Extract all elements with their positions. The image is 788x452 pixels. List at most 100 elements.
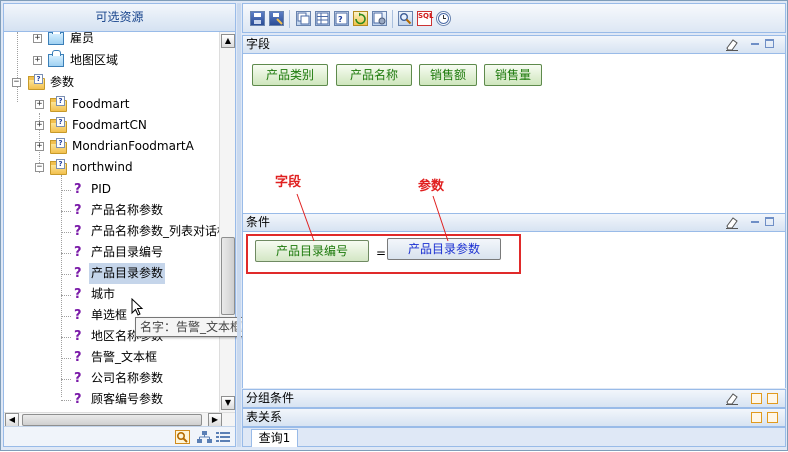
list-view-icon[interactable] [216,430,231,444]
param-icon[interactable]: ? [334,11,349,26]
scroll-left-icon[interactable]: ◀ [5,413,19,427]
tree-item-label: 产品名称参数 [91,203,164,217]
param-icon: ? [74,224,82,239]
expand-icon[interactable]: + [35,121,44,130]
tree-horizontal-scrollbar[interactable]: ◀ ▶ [4,412,235,427]
tree-item-label: 参数 [50,75,75,89]
tree-item-label: 单选框 [91,308,128,322]
tree-item-label: northwind [72,160,133,174]
param-icon: ? [74,266,82,281]
fields-panel-title: 字段 [246,37,271,51]
tree-item-params[interactable]: − ? 参数 [4,72,220,93]
tree-item-label: 顾客编号参数 [91,392,164,406]
scroll-up-icon[interactable]: ▲ [221,34,235,48]
minimize-icon[interactable] [751,221,759,223]
scroll-thumb[interactable] [221,237,235,315]
restore-icon[interactable] [751,412,762,423]
minimize-icon[interactable] [751,43,759,45]
param-icon: ? [74,329,82,344]
table-relations-panel-header: 表关系 [242,408,786,427]
tree-item-product-name-param[interactable]: ? 产品名称参数 [4,200,220,221]
field-button-category[interactable]: 产品类别 [252,64,328,86]
tree-item-employee[interactable]: + 雇员 [4,32,220,49]
tree-item-company-name[interactable]: ? 公司名称参数 [4,368,220,389]
param-icon: ? [74,182,82,197]
annotation-param-label: 参数 [418,179,445,194]
eraser-icon[interactable] [725,392,739,405]
tree-item-mondrian[interactable]: + ? MondrianFoodmartA [4,136,220,157]
field-button-sales-amount[interactable]: 销售额 [419,64,477,86]
tooltip: 名字：告警_文本框 [135,317,247,337]
expand-icon[interactable]: + [33,34,42,43]
field-button-sales-volume[interactable]: 销售量 [484,64,542,86]
tree-item-category-param[interactable]: ? 产品目录参数 [4,263,220,284]
group-conditions-panel-header: 分组条件 [242,389,786,408]
tree-item-alert-textbox[interactable]: ? 告警_文本框 [4,347,220,368]
refresh-icon[interactable] [353,11,368,26]
tree-item-map-region[interactable]: + 地图区域 [4,50,220,71]
tree-item-category-id[interactable]: ? 产品目录编号 [4,242,220,263]
tree-item-product-name-param-list[interactable]: ? 产品名称参数_列表对话框 [4,221,220,242]
table-icon [48,50,64,67]
conditions-panel-title: 条件 [246,215,271,229]
param-folder-icon: ? [50,96,68,112]
table-icon [48,32,64,45]
panel-splitter[interactable] [237,3,241,447]
tree-item-city[interactable]: ? 城市 [4,284,220,305]
tree-vertical-scrollbar[interactable]: ▲ ▼ [219,32,235,412]
fields-panel-body: 产品类别 产品名称 销售额 销售量 [242,54,786,213]
expand-icon[interactable]: + [35,100,44,109]
param-folder-icon: ? [50,117,68,133]
tree-item-northwind[interactable]: − ? northwind [4,157,220,178]
clock-icon[interactable] [436,11,451,26]
param-icon: ? [74,371,82,386]
param-icon: ? [74,350,82,365]
query-tab-strip [242,427,786,447]
field-button-product-name[interactable]: 产品名称 [336,64,412,86]
resource-panel-footer [4,426,235,446]
search-icon[interactable] [175,430,190,444]
save-icon[interactable] [250,11,265,26]
tree-item-foodmart[interactable]: + ? Foodmart [4,94,220,115]
expand-icon[interactable]: + [33,56,42,65]
restore-icon[interactable] [767,412,778,423]
copy-icon[interactable] [296,11,311,26]
tab-query1[interactable]: 查询1 [251,429,298,447]
sql-label: SQL [418,12,434,20]
sql-icon[interactable]: SQL [417,11,434,26]
tree-item-foodmartcn[interactable]: + ? FoodmartCN [4,115,220,136]
mouse-cursor-icon [131,298,144,316]
maximize-icon[interactable] [765,39,774,48]
tree-item-label-selected: 产品目录参数 [89,263,166,284]
tree-item-pid[interactable]: ? PID [4,179,220,200]
search-icon[interactable] [398,11,413,26]
expand-icon[interactable]: + [35,142,44,151]
collapse-icon[interactable]: − [35,163,44,172]
conditions-panel-header: 条件 [242,213,786,232]
settings-icon[interactable] [372,11,387,26]
param-folder-icon: ? [50,138,68,154]
restore-icon[interactable] [751,393,762,404]
param-icon: ? [74,287,82,302]
scroll-down-icon[interactable]: ▼ [221,396,235,410]
collapse-icon[interactable]: − [12,78,21,87]
maximize-icon[interactable] [765,217,774,226]
tree-item-label: Foodmart [72,97,130,111]
param-icon: ? [74,308,82,323]
param-folder-icon: ? [50,159,68,175]
resource-panel: 可选资源 + 雇员 + 地图区域 − ? 参数 + ? Foodmart + ?… [3,3,236,447]
eraser-icon[interactable] [725,216,739,229]
eraser-icon[interactable] [725,38,739,51]
save-as-icon[interactable] [269,11,284,26]
resource-tree: + 雇员 + 地图区域 − ? 参数 + ? Foodmart + ? Food… [4,32,220,412]
annotation-field-label: 字段 [275,175,302,190]
restore-icon[interactable] [767,393,778,404]
param-folder-icon: ? [28,74,46,90]
hierarchy-icon[interactable] [197,430,212,444]
tree-item-customer-id[interactable]: ? 顾客编号参数 [4,389,220,410]
scroll-right-icon[interactable]: ▶ [208,413,222,427]
scroll-thumb[interactable] [22,414,202,426]
param-icon: ? [74,245,82,260]
table-view-icon[interactable] [315,11,330,26]
table-relations-title: 表关系 [246,410,283,424]
